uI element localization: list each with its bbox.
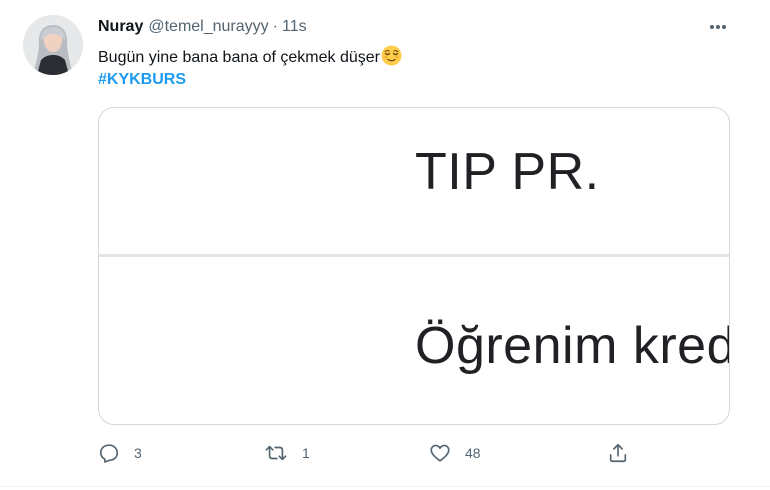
reply-button[interactable]: 3 [98, 440, 142, 466]
author-handle[interactable]: @temel_nurayyy [148, 18, 268, 36]
tweet[interactable]: Nuray @temel_nurayyy · 11s Bugün yine ba… [0, 0, 770, 490]
separator-dot: · [272, 18, 278, 35]
more-options-icon[interactable] [706, 16, 730, 38]
media-text-line2: Öğrenim kred [415, 317, 730, 375]
timestamp[interactable]: 11s [282, 18, 307, 36]
retweet-icon [264, 442, 288, 464]
tweet-divider [0, 486, 770, 487]
reply-count: 3 [134, 445, 142, 461]
media-text-line1: TIP PR. [415, 143, 600, 201]
retweet-count: 1 [302, 445, 310, 461]
tweet-text-body: Bugün yine bana bana of çekmek düşer [98, 49, 380, 66]
like-button[interactable]: 48 [429, 440, 481, 466]
hashtag-link[interactable]: #KYKBURS [98, 71, 186, 89]
media-divider [99, 254, 729, 257]
tweet-actions: 3 1 48 [98, 440, 730, 466]
tweet-header: Nuray @temel_nurayyy · 11s [98, 17, 307, 37]
avatar[interactable] [23, 15, 83, 75]
share-icon [607, 442, 629, 464]
media-top-section [99, 108, 729, 254]
tweet-text: Bugün yine bana bana of çekmek düşer [98, 45, 402, 68]
relieved-face-emoji-icon [381, 45, 402, 66]
retweet-button[interactable]: 1 [264, 440, 310, 466]
share-button[interactable] [607, 440, 629, 466]
reply-icon [98, 442, 120, 464]
heart-icon [429, 442, 451, 464]
author-name[interactable]: Nuray [98, 18, 143, 36]
tweet-media-image[interactable]: TIP PR. Öğrenim kred [98, 107, 730, 425]
like-count: 48 [465, 445, 481, 461]
